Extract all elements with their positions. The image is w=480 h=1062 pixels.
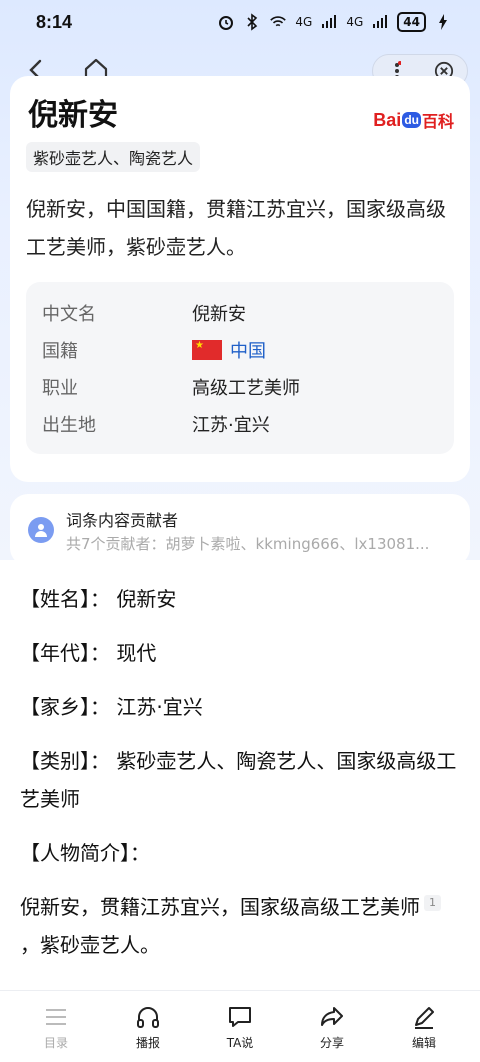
info-label: 中文名 — [42, 303, 96, 325]
body-intro-heading: 【人物简介】： — [20, 841, 150, 865]
page-title: 倪新安 — [28, 98, 118, 133]
network-label-1: 4G — [295, 15, 313, 29]
entry-card: 倪新安 Bai du 百科 紫砂壶艺人、陶瓷艺人 倪新安，中国国籍，贯籍江苏宜兴… — [10, 76, 470, 482]
wifi-icon — [269, 13, 287, 31]
edit-icon — [415, 1006, 434, 1029]
share-icon — [321, 1006, 343, 1026]
toc-button[interactable]: 目录 — [21, 1003, 91, 1051]
contributors-list: 共7个贡献者：胡萝卜素啦、kkming666、lx13081... — [66, 534, 430, 553]
chat-icon — [229, 1006, 251, 1027]
info-label: 出生地 — [42, 414, 96, 436]
list-icon — [46, 1008, 66, 1025]
info-box: 中文名 倪新安 国籍 ★ 中国 职业 高级工艺美师 出生地 江苏·宜兴 — [26, 282, 454, 454]
article-body: 【姓名】： 倪新安 【年代】： 现代 【家乡】： 江苏·宜兴 【类别】： 紫砂壶… — [0, 580, 480, 980]
info-value: 高级工艺美师 — [192, 377, 300, 399]
charging-icon — [434, 13, 452, 31]
body-name-line: 【姓名】： 倪新安 — [20, 587, 177, 611]
bluetooth-icon — [243, 13, 261, 31]
bottom-toolbar: 目录 播报 TA说 分享 编辑 — [0, 990, 480, 1062]
signal-icon-1 — [320, 13, 338, 31]
title-row: 倪新安 Bai du 百科 — [26, 90, 454, 134]
battery-indicator: 44 — [397, 12, 426, 32]
ta-comments-button[interactable]: TA说 — [205, 1003, 275, 1051]
nationality-link[interactable]: ★ 中国 — [192, 337, 266, 363]
info-row: 出生地 江苏·宜兴 — [42, 405, 438, 442]
info-label: 国籍 — [42, 340, 78, 362]
entry-tag[interactable]: 紫砂壶艺人、陶瓷艺人 — [26, 142, 201, 172]
baidu-baike-logo: Bai du 百科 — [373, 109, 454, 132]
body-era-line: 【年代】： 现代 — [20, 641, 157, 665]
status-time: 8:14 — [36, 11, 73, 32]
network-label-2: 4G — [346, 15, 364, 29]
body-intro-paragraph: 倪新安，贯籍江苏宜兴，国家级高级工艺美师 1，紫砂壶艺人。 — [20, 888, 460, 964]
alarm-icon — [217, 13, 235, 31]
body-category-line: 【类别】： 紫砂壶艺人、陶瓷艺人、国家级高级工艺美师 — [20, 749, 457, 811]
info-value: 江苏·宜兴 — [192, 414, 270, 436]
contributors-title: 词条内容贡献者 — [66, 510, 179, 530]
contributors-card[interactable]: 词条内容贡献者 共7个贡献者：胡萝卜素啦、kkming666、lx13081..… — [10, 494, 470, 566]
contributors-text: 词条内容贡献者 共7个贡献者：胡萝卜素啦、kkming666、lx13081..… — [66, 507, 454, 554]
edit-button[interactable]: 编辑 — [389, 1003, 459, 1051]
listen-button[interactable]: 播报 — [113, 1003, 183, 1051]
headphones-icon — [137, 1006, 159, 1028]
china-flag-icon: ★ — [192, 339, 222, 360]
info-row: 职业 高级工艺美师 — [42, 368, 438, 405]
info-label: 职业 — [42, 377, 78, 399]
share-button[interactable]: 分享 — [297, 1003, 367, 1051]
entry-summary: 倪新安，中国国籍，贯籍江苏宜兴，国家级高级工艺美师，紫砂壶艺人。 — [26, 197, 446, 259]
status-bar: 8:14 4G 4G 44 — [0, 0, 480, 44]
info-row: 中文名 倪新安 — [42, 294, 438, 331]
info-value: 倪新安 — [192, 303, 246, 325]
reference-marker[interactable]: 1 — [424, 895, 441, 912]
contributor-avatar-icon — [28, 517, 54, 543]
body-hometown-line: 【家乡】： 江苏·宜兴 — [20, 695, 203, 719]
status-icons: 4G 4G 44 — [217, 12, 452, 32]
info-row: 国籍 ★ 中国 — [42, 331, 438, 368]
signal-icon-2 — [371, 13, 389, 31]
